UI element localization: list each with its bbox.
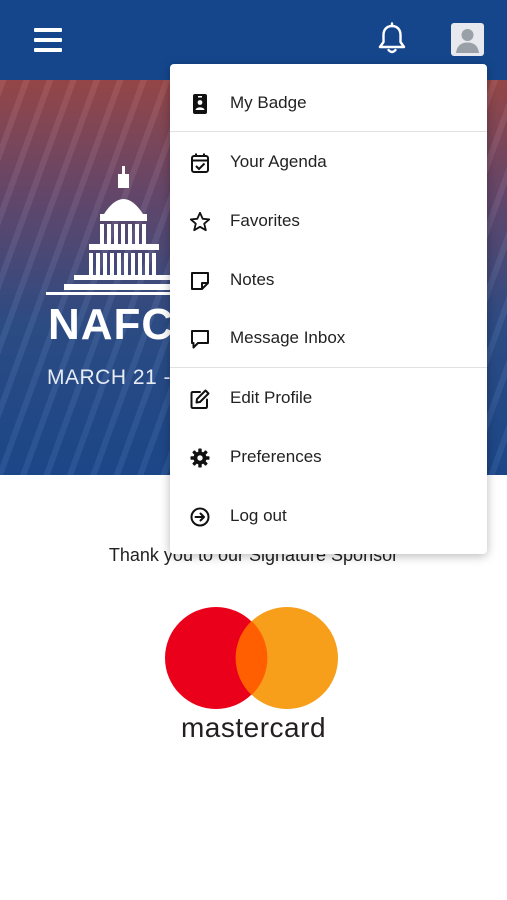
gear-icon — [190, 448, 210, 468]
menu-divider — [170, 367, 487, 368]
menu-item-edit-profile[interactable]: Edit Profile — [170, 369, 487, 427]
mastercard-wordmark: mastercard — [180, 712, 327, 743]
capitol-dome-icon — [46, 166, 182, 295]
sticky-note-icon — [191, 272, 209, 290]
menu-item-label: Preferences — [230, 447, 322, 466]
menu-item-message-inbox[interactable]: Message Inbox — [170, 309, 487, 367]
user-avatar-icon[interactable] — [451, 23, 484, 56]
logout-icon — [190, 507, 210, 527]
hamburger-menu-icon[interactable] — [34, 28, 62, 52]
badge-icon — [193, 94, 207, 114]
menu-item-favorites[interactable]: Favorites — [170, 192, 487, 250]
chat-bubble-icon — [191, 330, 209, 349]
menu-item-label: Your Agenda — [230, 152, 327, 171]
event-title: NAFC — [48, 300, 175, 349]
menu-item-label: Message Inbox — [230, 328, 346, 347]
calendar-check-icon — [191, 153, 209, 173]
star-icon — [189, 211, 211, 232]
menu-item-label: Edit Profile — [230, 388, 313, 407]
menu-item-label: Log out — [230, 506, 287, 525]
menu-item-my-badge[interactable]: My Badge — [170, 74, 487, 132]
menu-item-label: Notes — [230, 270, 275, 289]
bell-icon[interactable] — [377, 22, 407, 56]
menu-item-label: My Badge — [230, 93, 307, 112]
event-date: MARCH 21 - — [47, 366, 172, 389]
menu-item-preferences[interactable]: Preferences — [170, 428, 487, 486]
menu-item-label: Favorites — [230, 211, 300, 230]
menu-item-your-agenda[interactable]: Your Agenda — [170, 133, 487, 191]
edit-icon — [190, 389, 210, 409]
menu-item-notes[interactable]: Notes — [170, 251, 487, 309]
profile-dropdown-menu: My Badge Your Agenda Favorites Notes Mes… — [170, 64, 487, 554]
mastercard-logo — [165, 607, 338, 709]
menu-item-log-out[interactable]: Log out — [170, 487, 487, 545]
menu-divider — [170, 131, 487, 132]
